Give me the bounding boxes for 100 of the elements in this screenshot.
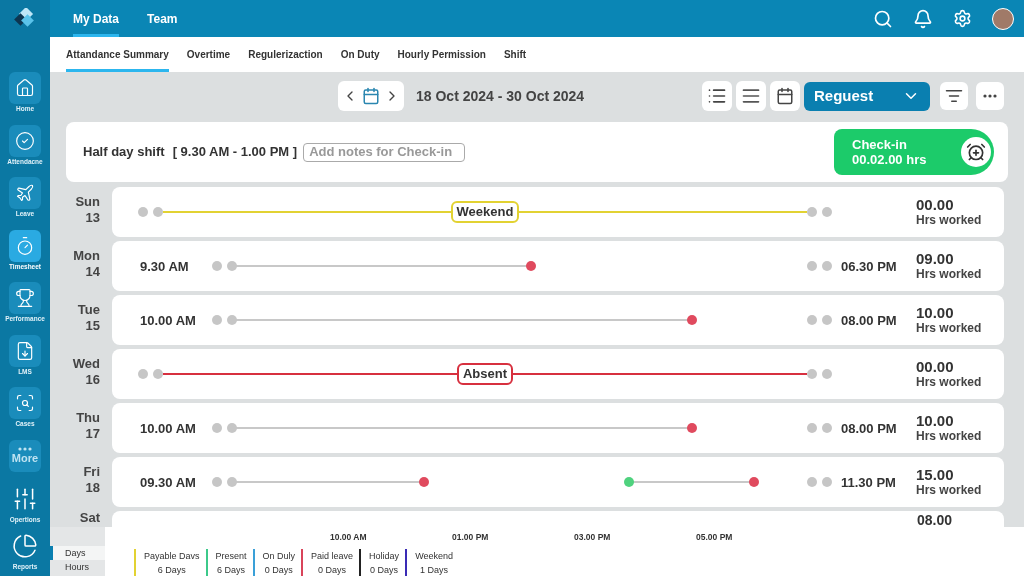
sidebar-button[interactable] <box>9 282 41 314</box>
rows-icon <box>741 86 761 106</box>
calendar-icon[interactable] <box>362 87 380 105</box>
search-icon[interactable] <box>873 8 893 29</box>
ellipsis-icon <box>983 94 997 98</box>
check-in-time: 09.30 AM <box>140 475 196 490</box>
time-axis-label: 05.00 PM <box>696 531 734 543</box>
filter-button[interactable] <box>940 82 968 110</box>
sidebar-button[interactable] <box>9 177 41 209</box>
check-out-time: 08.00 PM <box>841 313 897 328</box>
shift-hours: [ 9.30 AM - 1.00 PM ] <box>172 143 298 162</box>
sidebar-button[interactable] <box>9 72 41 104</box>
request-dropdown[interactable]: Reguest <box>804 81 930 111</box>
legend-label: On Duly <box>262 550 296 563</box>
check-out-time: 11.30 PM <box>841 475 896 490</box>
day-name: Tue <box>77 302 100 318</box>
sub-tab[interactable]: Hourly Permission <box>397 40 486 72</box>
alarm-plus-icon <box>966 142 986 162</box>
download-file-icon <box>15 340 35 361</box>
rows-view-button[interactable] <box>736 81 766 111</box>
legend-label: Weekend <box>415 550 453 563</box>
list-icon <box>707 86 727 106</box>
legend-label: Paid leave <box>311 550 354 563</box>
day-date: 14 <box>85 264 100 280</box>
more-label: More <box>11 453 39 464</box>
day-name: Mon <box>73 248 100 264</box>
day-date: 18 <box>85 480 100 496</box>
sub-tab[interactable]: Shift <box>503 40 527 72</box>
check-in-timer: 00.02.00 hrs <box>852 152 927 167</box>
check-in-time: 10.00 AM <box>140 313 196 328</box>
calendar-icon <box>776 87 794 105</box>
day-name: Sun <box>75 194 100 210</box>
day-date: 13 <box>85 210 100 226</box>
list-view-button[interactable] <box>702 81 732 111</box>
legend-value: 0 Days <box>370 564 399 576</box>
hours-worked-label: Hrs worked <box>916 483 983 497</box>
sub-tab[interactable]: Regulerizaction <box>248 40 323 72</box>
status-label: Absent <box>456 363 514 385</box>
view-toggle[interactable]: Hours <box>50 560 105 574</box>
day-date: 17 <box>85 426 100 442</box>
hours-worked-label: Hrs worked <box>916 267 983 281</box>
hours-worked-label: Hrs worked <box>916 429 983 443</box>
day-name: Sat <box>79 511 100 527</box>
day-name: Thu <box>76 410 100 426</box>
hours-worked-value: 09.00 <box>916 251 955 267</box>
magnifier-icon <box>15 393 35 413</box>
sub-tab[interactable]: On Duty <box>340 40 380 72</box>
legend-value: 0 Days <box>264 564 293 576</box>
hours-worked-value: 10.00 <box>916 305 955 321</box>
sidebar-button[interactable] <box>9 387 41 419</box>
legend-value: 1 Days <box>420 564 449 576</box>
pie-chart-icon <box>12 532 38 559</box>
settings-icon[interactable] <box>953 9 972 28</box>
legend-value: 6 Days <box>157 564 186 576</box>
check-circle-icon <box>15 130 35 151</box>
hours-worked-label: Hrs worked <box>916 375 983 389</box>
trophy-icon <box>15 288 35 308</box>
legend-label: Present <box>215 550 247 563</box>
sliders-icon <box>12 486 38 512</box>
top-tab[interactable]: Team <box>147 0 178 37</box>
hours-worked-value: 00.00 <box>916 359 955 375</box>
hours-worked-value: 00.00 <box>916 197 955 213</box>
sidebar-button[interactable] <box>9 124 41 157</box>
check-in-label: Check-in <box>852 137 908 152</box>
day-name: Wed <box>72 356 100 372</box>
hours-worked-value: 10.00 <box>916 413 955 429</box>
filter-icon <box>945 87 963 105</box>
legend-value: 6 Days <box>217 564 246 576</box>
hours-worked-value: 15.00 <box>916 467 955 483</box>
legend-label: Holiday <box>369 550 400 563</box>
check-out-time: 06.30 PM <box>841 259 897 274</box>
time-axis-label: 01.00 PM <box>452 531 490 543</box>
shift-name: Half day shift <box>83 143 165 162</box>
sidebar-button[interactable] <box>9 334 41 367</box>
hours-worked-value: 08.00 <box>916 513 952 527</box>
bell-icon[interactable] <box>913 8 933 29</box>
time-axis-label: 03.00 PM <box>574 531 612 543</box>
day-date: 16 <box>85 372 100 388</box>
avatar[interactable] <box>992 7 1014 30</box>
sidebar-button[interactable] <box>9 229 41 262</box>
status-label: Weekend <box>450 201 520 223</box>
timer-icon <box>15 235 35 256</box>
check-in-time: 9.30 AM <box>140 259 189 274</box>
hours-worked-label: Hrs worked <box>916 321 983 335</box>
sub-tab[interactable]: Overtime <box>186 40 231 72</box>
sub-tab[interactable]: Attandance Summary <box>66 40 169 72</box>
legend-value: 0 Days <box>318 564 347 576</box>
day-date: 15 <box>85 318 100 334</box>
home-icon <box>15 78 35 98</box>
check-in-time: 10.00 AM <box>140 421 196 436</box>
calendar-view-button[interactable] <box>770 81 800 111</box>
date-range: 18 Oct 2024 - 30 Oct 2024 <box>416 86 585 106</box>
legend-label: Payable Davs <box>144 550 200 563</box>
hours-worked-label: Hrs worked <box>916 213 983 227</box>
day-name: Fri <box>83 464 100 480</box>
notes-field[interactable]: Add notes for Check-in <box>303 142 466 162</box>
check-out-time: 08.00 PM <box>841 421 897 436</box>
view-toggle[interactable]: Days <box>50 546 105 560</box>
time-axis-label: 10.00 AM <box>330 531 368 543</box>
dots-icon <box>18 447 32 451</box>
